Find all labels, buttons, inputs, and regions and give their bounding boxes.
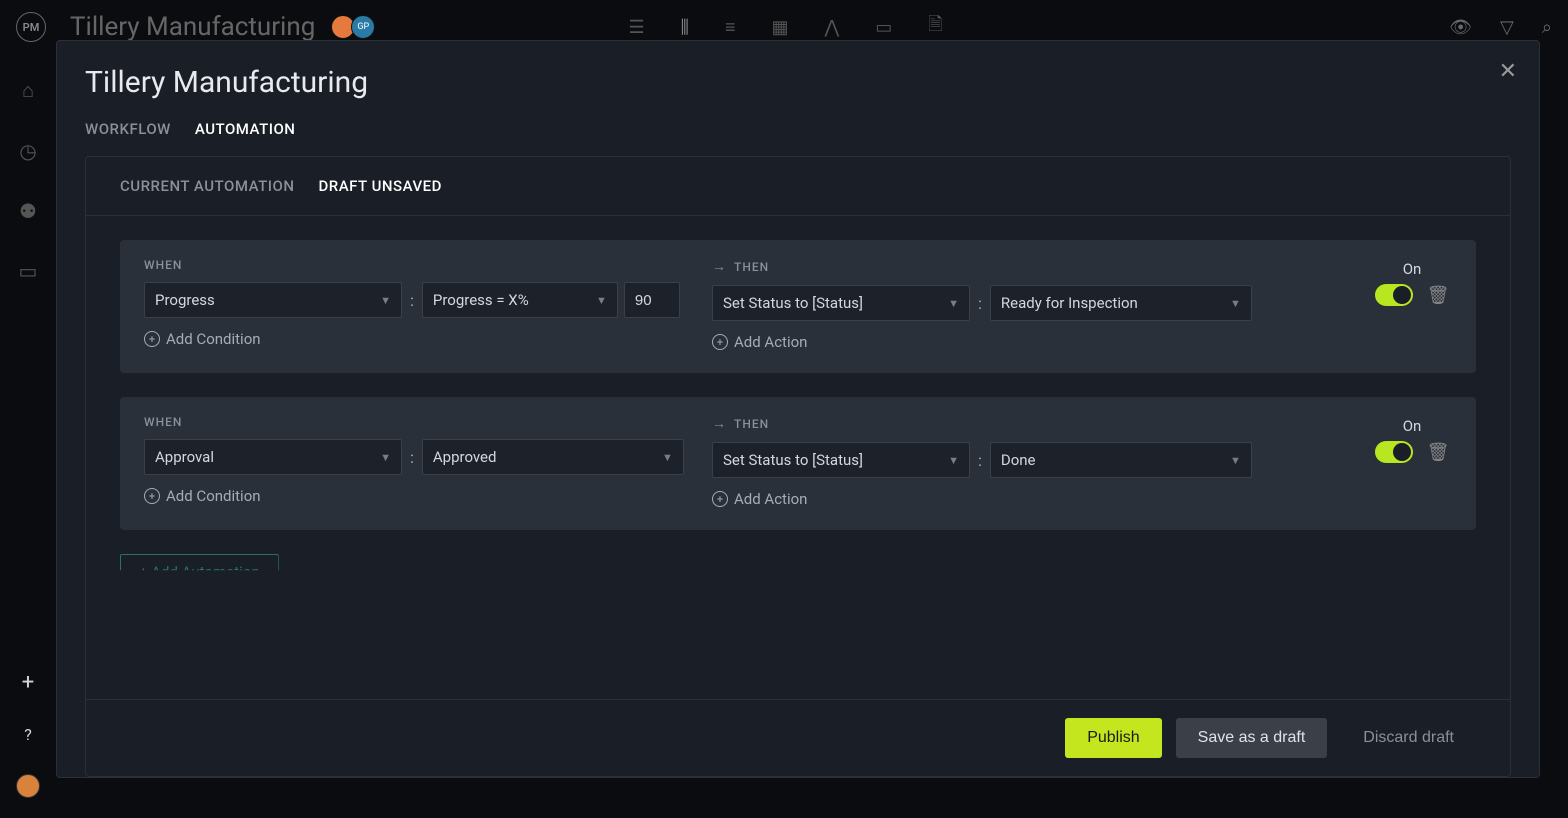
toggle-label: On xyxy=(1372,417,1452,435)
subtab-draft[interactable]: DRAFT UNSAVED xyxy=(318,177,441,195)
automation-rule: WHEN Approval ▼ : Approved ▼ + xyxy=(120,397,1476,530)
automation-subtabs: CURRENT AUTOMATION DRAFT UNSAVED xyxy=(86,157,1510,216)
chevron-down-icon: ▼ xyxy=(1230,297,1241,310)
automation-modal: ✕ Tillery Manufacturing WORKFLOW AUTOMAT… xyxy=(56,40,1540,778)
avatar-user2[interactable]: GP xyxy=(351,15,375,39)
publish-button[interactable]: Publish xyxy=(1065,718,1161,758)
left-rail: ⌂ ◷ ⚉ ▭ + ? xyxy=(0,54,56,818)
trash-icon[interactable]: 🗑 xyxy=(1427,442,1450,463)
then-action-select[interactable]: Set Status to [Status] ▼ xyxy=(712,285,970,321)
trash-icon[interactable]: 🗑 xyxy=(1427,285,1450,306)
colon: : xyxy=(976,294,984,313)
avatar-stack[interactable]: GP xyxy=(335,15,375,39)
modal-title: Tillery Manufacturing xyxy=(57,65,1539,100)
then-value-text: Ready for Inspection xyxy=(1001,294,1138,312)
when-op-value: Progress = X% xyxy=(433,291,529,309)
when-field-value: Approval xyxy=(155,448,214,466)
rule-toggle[interactable] xyxy=(1375,441,1413,463)
add-action-button[interactable]: + Add Action xyxy=(712,490,1372,508)
add-condition-label: Add Condition xyxy=(166,330,261,348)
filter-bars-icon[interactable]: ≡ xyxy=(725,17,736,38)
then-value-text: Done xyxy=(1001,451,1036,469)
modal-tabs: WORKFLOW AUTOMATION xyxy=(57,100,1539,138)
add-automation-button[interactable]: + Add Automation xyxy=(120,554,279,590)
plus-circle-icon: + xyxy=(144,331,160,347)
briefcase-icon[interactable]: ▭ xyxy=(19,259,38,283)
activity-icon[interactable]: ⋀ xyxy=(824,17,839,38)
filter-icon[interactable]: ▽ xyxy=(1500,17,1514,38)
home-icon[interactable]: ⌂ xyxy=(22,78,34,103)
add-condition-button[interactable]: + Add Condition xyxy=(144,330,712,348)
then-value-select[interactable]: Ready for Inspection ▼ xyxy=(990,285,1252,321)
current-user-avatar[interactable] xyxy=(16,774,40,798)
save-draft-button[interactable]: Save as a draft xyxy=(1176,718,1328,758)
rules-scroll: WHEN Progress ▼ : Progress = X% ▼ xyxy=(86,216,1510,699)
then-action-value: Set Status to [Status] xyxy=(723,451,863,469)
add-action-button[interactable]: + Add Action xyxy=(712,333,1372,351)
toggle-label: On xyxy=(1372,260,1452,278)
help-icon[interactable]: ? xyxy=(24,725,32,744)
chevron-down-icon: ▼ xyxy=(380,451,391,464)
automation-panel: CURRENT AUTOMATION DRAFT UNSAVED WHEN Pr… xyxy=(85,156,1511,777)
tab-workflow[interactable]: WORKFLOW xyxy=(85,120,171,138)
calendar-icon[interactable]: ▭ xyxy=(875,17,892,38)
add-condition-label: Add Condition xyxy=(166,487,261,505)
automation-rule: WHEN Progress ▼ : Progress = X% ▼ xyxy=(120,240,1476,373)
chevron-down-icon: ▼ xyxy=(596,294,607,307)
chevron-down-icon: ▼ xyxy=(380,294,391,307)
when-field-value: Progress xyxy=(155,291,215,309)
then-label: THEN xyxy=(734,417,769,431)
rule-toggle[interactable] xyxy=(1375,284,1413,306)
search-icon[interactable]: ⌕ xyxy=(1542,17,1552,38)
add-action-label: Add Action xyxy=(734,490,807,508)
people-icon[interactable]: ⚉ xyxy=(19,199,37,223)
chevron-down-icon: ▼ xyxy=(662,451,673,464)
colon: : xyxy=(408,448,416,467)
list-view-icon[interactable]: ☰ xyxy=(629,17,645,38)
close-icon[interactable]: ✕ xyxy=(1499,59,1517,84)
add-condition-button[interactable]: + Add Condition xyxy=(144,487,712,505)
chevron-down-icon: ▼ xyxy=(948,297,959,310)
plus-circle-icon: + xyxy=(712,491,728,507)
when-field-select[interactable]: Progress ▼ xyxy=(144,282,402,318)
colon: : xyxy=(408,291,416,310)
recent-icon[interactable]: ◷ xyxy=(19,139,36,163)
view-switcher: ☰ ⫼ ≡ ▦ ⋀ ▭ 🗎 xyxy=(629,12,943,42)
when-label: WHEN xyxy=(144,415,182,429)
then-label: THEN xyxy=(734,260,769,274)
subtab-current[interactable]: CURRENT AUTOMATION xyxy=(120,177,294,195)
eye-icon[interactable]: 👁 xyxy=(1449,17,1472,38)
then-action-value: Set Status to [Status] xyxy=(723,294,863,312)
board-view-icon[interactable]: ⫼ xyxy=(681,17,689,38)
then-action-select[interactable]: Set Status to [Status] ▼ xyxy=(712,442,970,478)
arrow-right-icon: → xyxy=(712,415,726,432)
when-label: WHEN xyxy=(144,258,182,272)
file-icon[interactable]: 🗎 xyxy=(928,12,942,42)
when-value-input[interactable] xyxy=(624,282,680,318)
arrow-right-icon: → xyxy=(712,258,726,275)
add-icon[interactable]: + xyxy=(22,670,34,695)
project-title: Tillery Manufacturing xyxy=(70,12,315,42)
when-field-select[interactable]: Approval ▼ xyxy=(144,439,402,475)
chevron-down-icon: ▼ xyxy=(948,454,959,467)
add-action-label: Add Action xyxy=(734,333,807,351)
plus-circle-icon: + xyxy=(144,488,160,504)
when-operator-select[interactable]: Progress = X% ▼ xyxy=(422,282,618,318)
modal-footer: Publish Save as a draft Discard draft xyxy=(86,699,1510,776)
chevron-down-icon: ▼ xyxy=(1230,454,1241,467)
plus-circle-icon: + xyxy=(712,334,728,350)
top-right-tools: 👁 ▽ ⌕ xyxy=(1449,17,1552,38)
when-operator-select[interactable]: Approved ▼ xyxy=(422,439,684,475)
then-value-select[interactable]: Done ▼ xyxy=(990,442,1252,478)
table-view-icon[interactable]: ▦ xyxy=(771,17,788,38)
tab-automation[interactable]: AUTOMATION xyxy=(195,120,296,138)
app-logo[interactable]: PM xyxy=(16,12,46,42)
when-op-value: Approved xyxy=(433,448,497,466)
discard-draft-button[interactable]: Discard draft xyxy=(1341,718,1476,758)
colon: : xyxy=(976,451,984,470)
